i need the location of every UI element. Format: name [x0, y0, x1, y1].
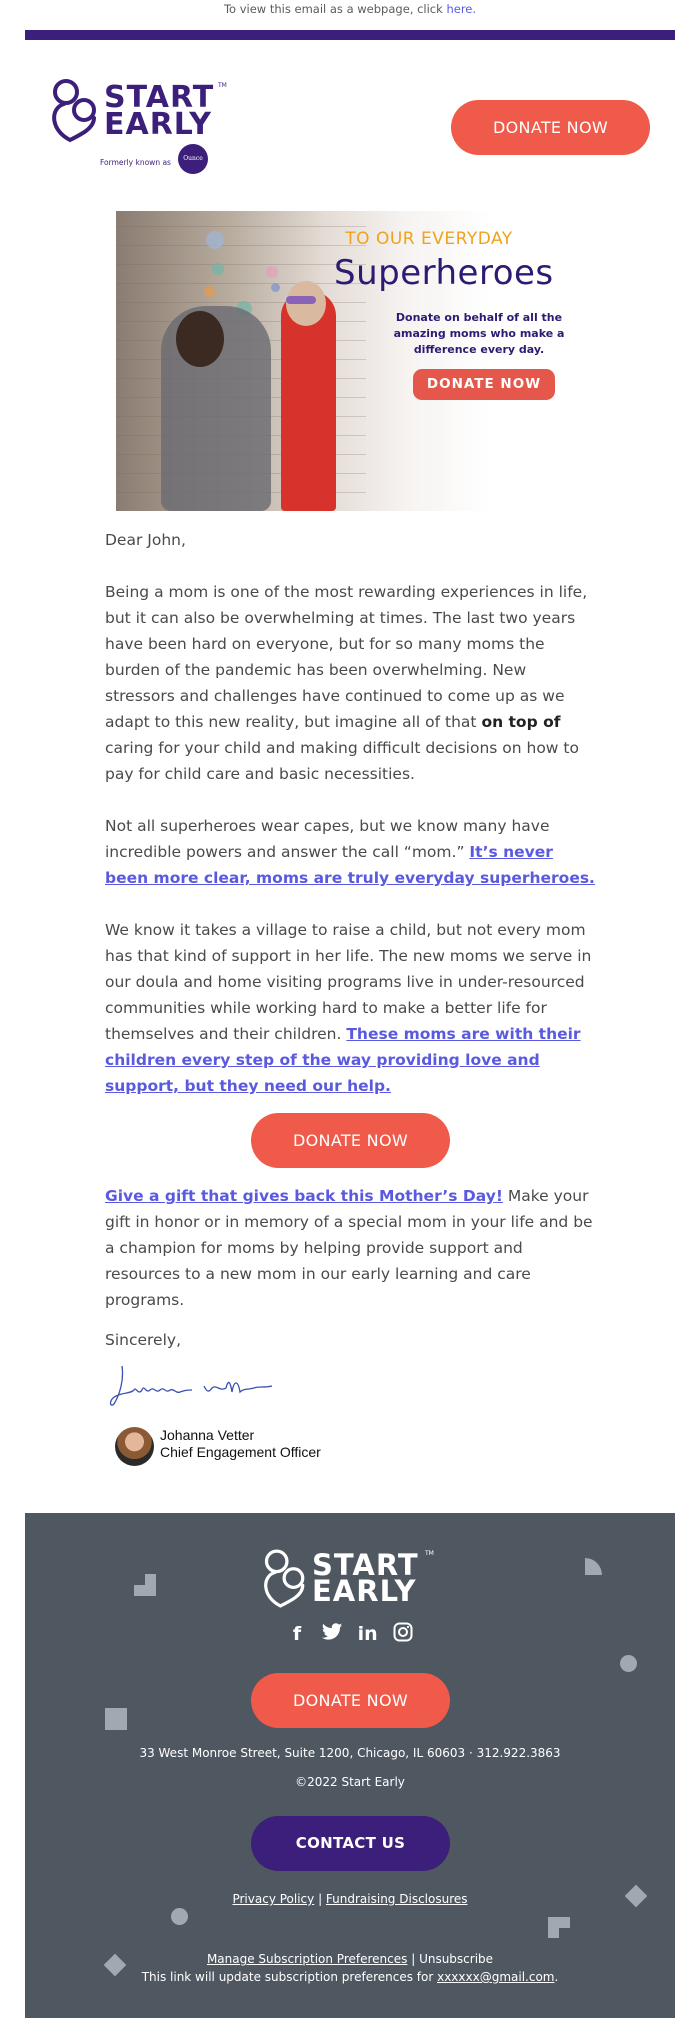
greeting: Dear John,	[105, 531, 186, 549]
paragraph-4: Give a gift that gives back this Mother’…	[105, 1187, 593, 1309]
start-early-logo[interactable]: START EARLY TM Formerly known as Ounce	[48, 78, 228, 178]
mother-child-logo-icon	[52, 79, 96, 143]
closing: Sincerely,	[105, 1331, 182, 1349]
unsubscribe-link[interactable]: Unsubscribe	[419, 1952, 493, 1966]
emphasis-on-top-of: on top of	[481, 713, 561, 731]
decor-circle-icon	[620, 1655, 637, 1672]
logo-wordmark: START EARLY	[104, 80, 215, 142]
top-accent-bar	[25, 30, 675, 40]
hero-kicker: TO OUR EVERYDAY	[345, 229, 513, 249]
handwritten-signature: Johanna vetter	[109, 1365, 273, 1406]
subscription-section: Manage Subscription Preferences | Unsubs…	[141, 1952, 559, 1984]
hero-child-mask	[286, 296, 316, 304]
signer-title: Chief Engagement Officer	[160, 1444, 321, 1460]
decor-square-icon	[105, 1708, 127, 1730]
paragraph-1: Being a mom is one of the most rewarding…	[105, 583, 588, 783]
view-webpage-link[interactable]: here.	[446, 2, 476, 16]
signer-name: Johanna Vetter	[160, 1427, 255, 1443]
paragraph-3: We know it takes a village to raise a ch…	[105, 921, 592, 1095]
wall-decoration	[271, 283, 280, 292]
signer-avatar	[115, 1427, 154, 1466]
preheader: To view this email as a webpage, click h…	[0, 0, 700, 20]
hero-headline: Superheroes	[334, 253, 554, 293]
instagram-icon[interactable]	[391, 1622, 415, 1646]
ounce-logo: Ounce	[178, 144, 208, 174]
body-donate-button[interactable]: DONATE NOW	[251, 1113, 450, 1168]
facebook-icon[interactable]: f	[285, 1622, 309, 1646]
decor-l-shape-icon	[134, 1574, 156, 1596]
linkedin-icon[interactable]: in	[356, 1622, 380, 1646]
social-links: f in	[285, 1621, 415, 1647]
hero-mother-head	[176, 311, 224, 367]
wall-decoration	[266, 266, 278, 278]
hero-subtext: Donate on behalf of all the amazing moms…	[393, 311, 565, 356]
trademark: TM	[425, 1550, 434, 1557]
hero-donate-button[interactable]: DONATE NOW	[413, 369, 555, 400]
paragraph-2: Not all superheroes wear capes, but we k…	[105, 817, 595, 887]
preheader-text: To view this email as a webpage, click	[223, 2, 447, 16]
formerly-known-as: Formerly known as	[100, 158, 171, 167]
subscriber-email-link[interactable]: xxxxxx@gmail.com	[437, 1970, 554, 1984]
header-donate-button[interactable]: DONATE NOW	[451, 100, 650, 155]
footer: START EARLY TM f in DONATE NOW 33 West M…	[25, 1513, 675, 2018]
wall-decoration	[206, 231, 224, 249]
fundraising-disclosures-link[interactable]: Fundraising Disclosures	[326, 1892, 468, 1906]
twitter-icon[interactable]	[320, 1622, 344, 1646]
wall-decoration	[212, 263, 224, 275]
footer-legal-links: Privacy Policy | Fundraising Disclosures	[232, 1892, 468, 1906]
hero-banner[interactable]: TO OUR EVERYDAY Superheroes Donate on be…	[116, 211, 584, 511]
decor-quarter-circle-icon	[585, 1558, 602, 1575]
privacy-policy-link[interactable]: Privacy Policy	[232, 1892, 314, 1906]
footer-address: 33 West Monroe Street, Suite 1200, Chica…	[139, 1746, 561, 1760]
decor-l-shape-icon	[548, 1917, 570, 1938]
trademark: TM	[218, 82, 227, 89]
wall-decoration	[204, 286, 215, 297]
contact-us-button[interactable]: CONTACT US	[251, 1816, 450, 1871]
footer-donate-button[interactable]: DONATE NOW	[251, 1673, 450, 1728]
footer-logo-wordmark: START EARLY	[312, 1548, 419, 1608]
footer-logo[interactable]: START EARLY TM	[260, 1546, 440, 1616]
decor-circle-icon	[171, 1908, 188, 1925]
mother-child-logo-icon	[264, 1549, 305, 1608]
manage-subscription-link[interactable]: Manage Subscription Preferences	[207, 1952, 407, 1966]
mothers-day-gift-link[interactable]: Give a gift that gives back this Mother’…	[105, 1187, 503, 1205]
footer-copyright: ©2022 Start Early	[295, 1775, 405, 1789]
